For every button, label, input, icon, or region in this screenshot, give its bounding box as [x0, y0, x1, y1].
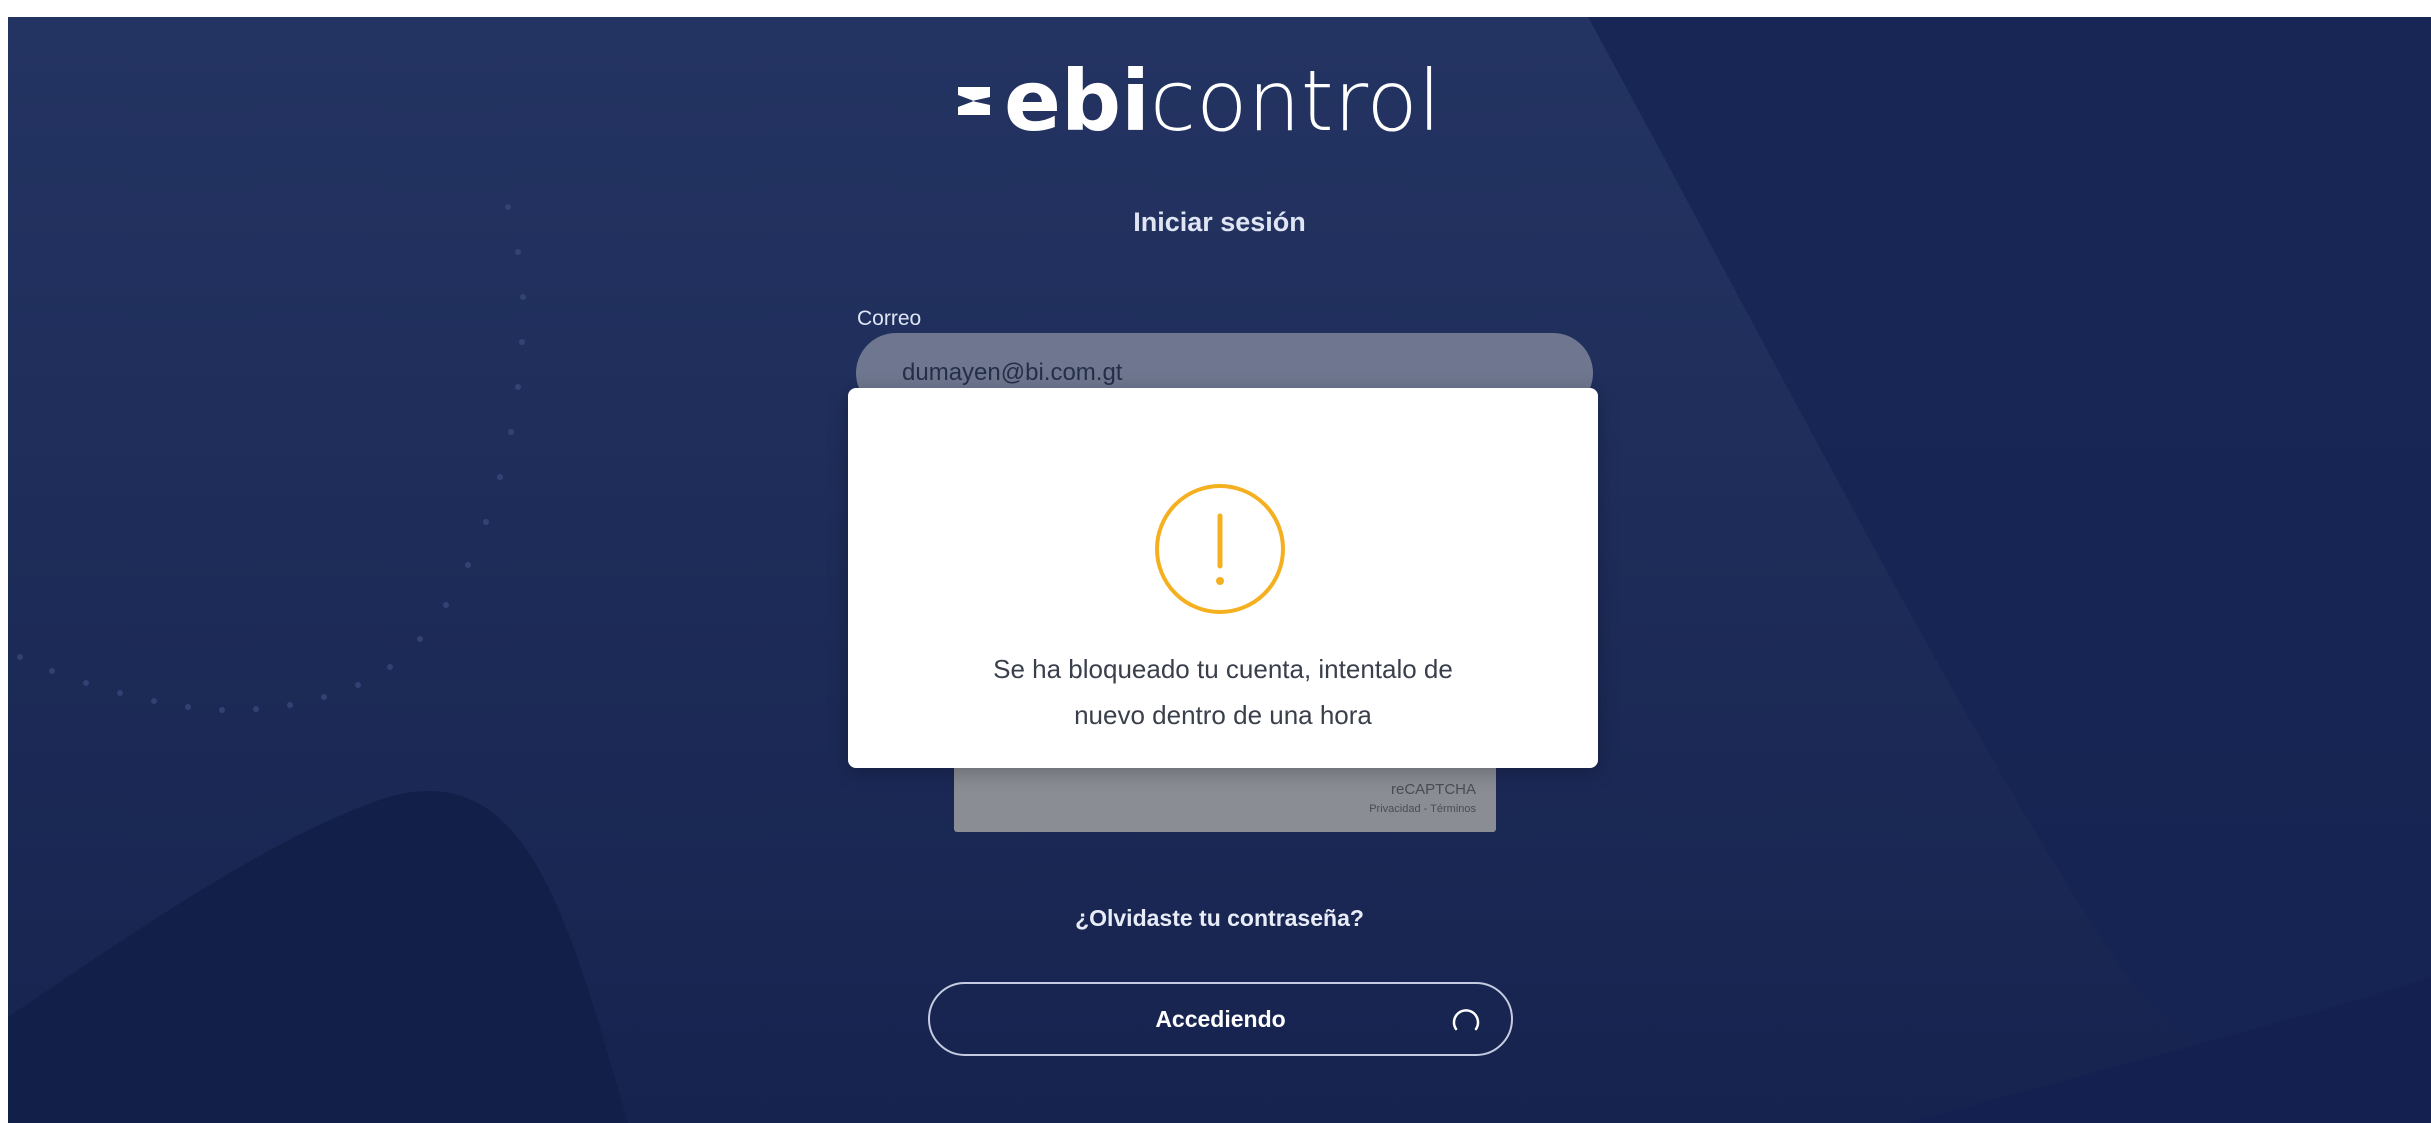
dialog-message-line-2: nuevo dentro de una hora	[1074, 700, 1372, 730]
warning-icon	[1155, 484, 1285, 614]
login-page: ebicontrol Iniciar sesión Correo reCAPTC…	[8, 17, 2431, 1123]
brand-name: ebicontrol	[1004, 59, 1441, 143]
brand-name-bold: ebi	[1004, 52, 1150, 150]
spinner-icon	[1452, 1009, 1480, 1031]
account-locked-dialog: Se ha bloqueado tu cuenta, intentalo de …	[848, 388, 1598, 768]
forgot-password-link[interactable]: ¿Olvidaste tu contraseña?	[8, 905, 2431, 932]
page-title: Iniciar sesión	[1133, 207, 1306, 237]
recaptcha-label: reCAPTCHA	[1390, 781, 1476, 798]
logo-mark-icon	[958, 87, 990, 115]
dialog-message: Se ha bloqueado tu cuenta, intentalo de …	[908, 646, 1538, 738]
dialog-message-line-1: Se ha bloqueado tu cuenta, intentalo de	[993, 654, 1453, 684]
recaptcha-links[interactable]: Privacidad - Términos	[1369, 803, 1476, 815]
brand-name-light: control	[1149, 52, 1442, 150]
login-button-label: Accediendo	[1155, 1005, 1286, 1032]
login-button[interactable]: Accediendo	[928, 982, 1513, 1056]
brand-logo: ebicontrol	[954, 59, 1441, 143]
email-label: Correo	[857, 307, 922, 330]
